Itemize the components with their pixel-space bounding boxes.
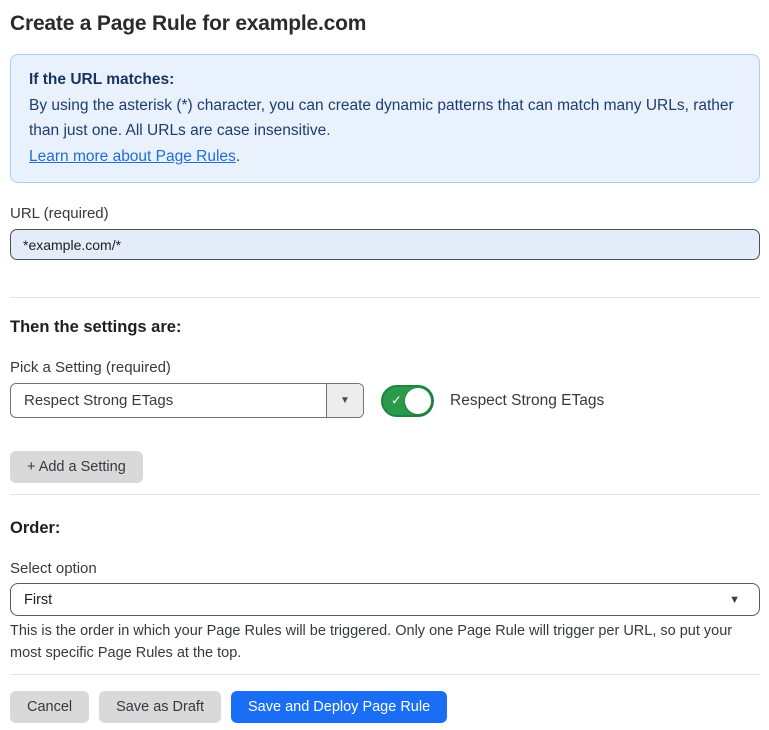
toggle-knob: [405, 388, 431, 414]
setting-select-value: Respect Strong ETags: [11, 384, 327, 417]
setting-row: Respect Strong ETags ▼ ✓ Respect Strong …: [10, 383, 760, 418]
pick-setting-label: Pick a Setting (required): [10, 359, 760, 376]
divider: [10, 674, 760, 675]
url-input[interactable]: [10, 229, 760, 260]
setting-select-arrow-button[interactable]: ▼: [327, 384, 363, 417]
url-match-info-box: If the URL matches: By using the asteris…: [10, 54, 760, 183]
settings-section-heading: Then the settings are:: [10, 318, 760, 337]
order-select-label: Select option: [10, 560, 760, 577]
url-field-label: URL (required): [10, 205, 760, 222]
add-setting-button[interactable]: + Add a Setting: [10, 451, 143, 483]
order-help-text: This is the order in which your Page Rul…: [10, 621, 760, 664]
order-select[interactable]: First ▼: [10, 583, 760, 616]
create-page-rule-form: Create a Page Rule for example.com If th…: [0, 12, 769, 723]
info-box-heading: If the URL matches:: [29, 67, 741, 93]
divider: [10, 494, 760, 495]
divider: [10, 297, 760, 298]
footer-actions: Cancel Save as Draft Save and Deploy Pag…: [10, 691, 760, 723]
link-period: .: [236, 148, 240, 165]
page-title: Create a Page Rule for example.com: [10, 12, 760, 36]
cancel-button[interactable]: Cancel: [10, 691, 89, 723]
chevron-down-icon: ▼: [340, 395, 350, 406]
setting-select[interactable]: Respect Strong ETags ▼: [10, 383, 364, 418]
respect-strong-etags-toggle[interactable]: ✓: [381, 385, 434, 417]
order-section-heading: Order:: [10, 519, 760, 538]
chevron-down-icon: ▼: [729, 594, 740, 606]
toggle-group: ✓ Respect Strong ETags: [381, 385, 604, 417]
toggle-label: Respect Strong ETags: [450, 392, 604, 410]
learn-more-link[interactable]: Learn more about Page Rules: [29, 148, 236, 165]
info-box-body: By using the asterisk (*) character, you…: [29, 93, 741, 170]
order-select-value: First: [24, 592, 729, 608]
save-and-deploy-button[interactable]: Save and Deploy Page Rule: [231, 691, 447, 723]
save-as-draft-button[interactable]: Save as Draft: [99, 691, 221, 723]
check-icon: ✓: [391, 392, 402, 408]
